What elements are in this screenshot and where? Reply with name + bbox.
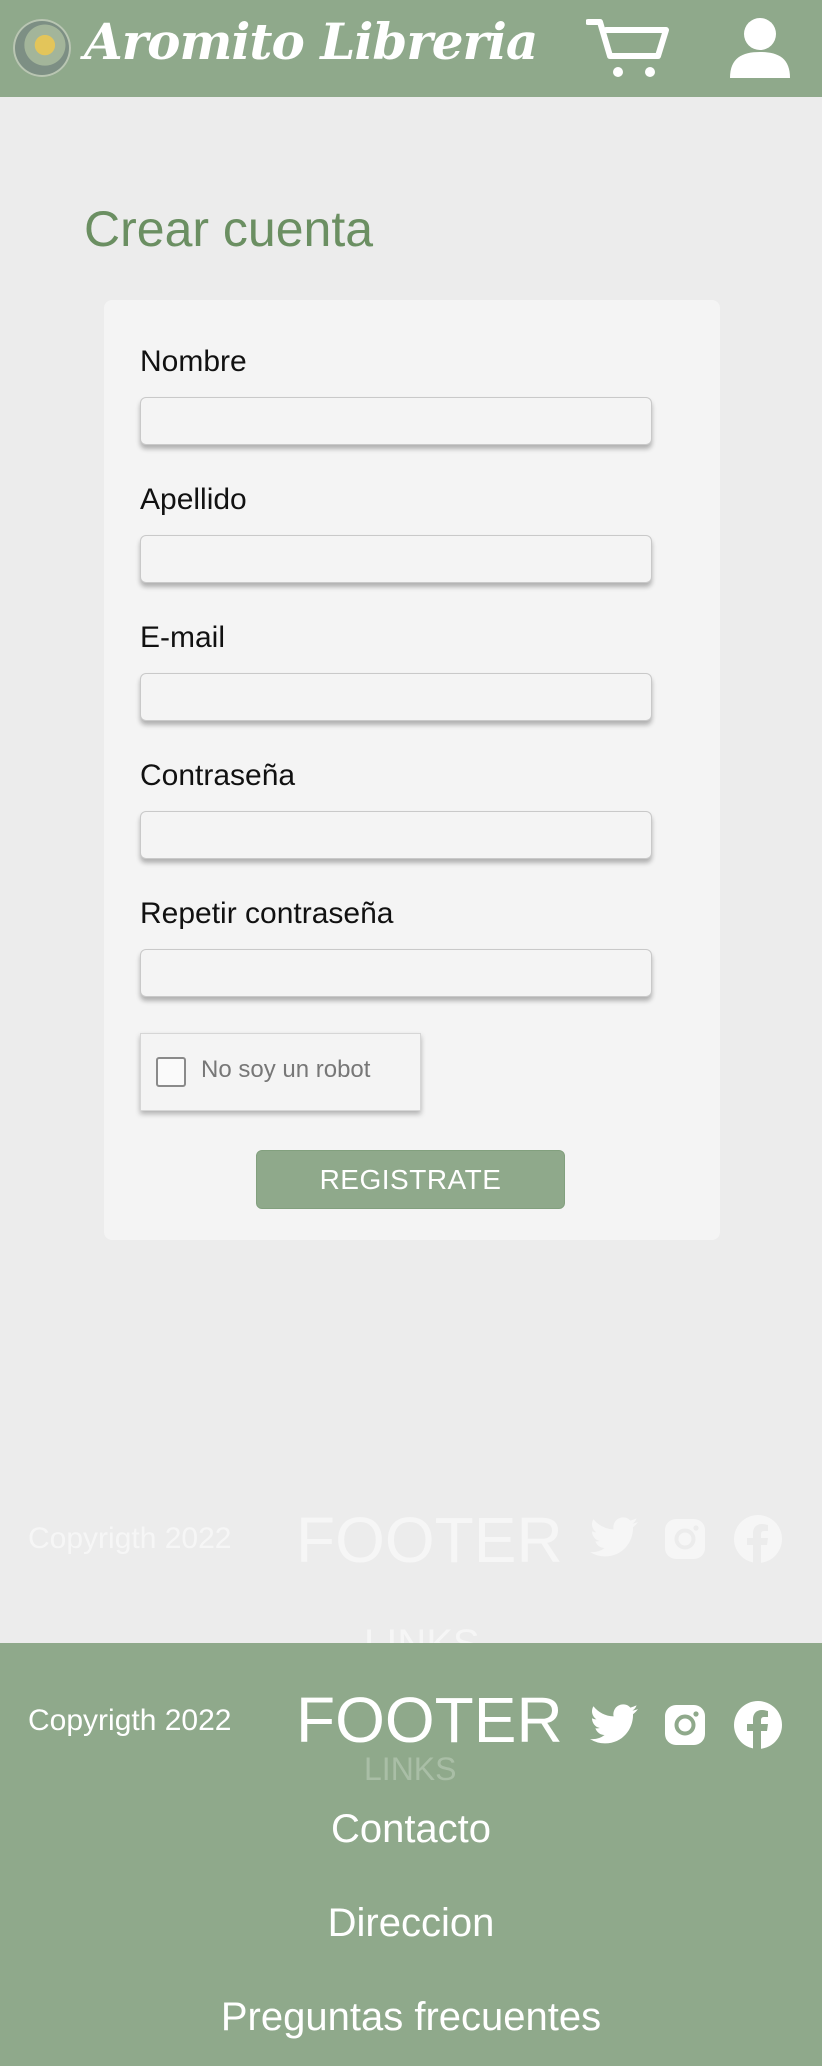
footer-title: FOOTER bbox=[296, 1684, 563, 1756]
nombre-input[interactable] bbox=[140, 397, 652, 445]
repeat-password-input[interactable] bbox=[140, 949, 652, 997]
email-input[interactable] bbox=[140, 673, 652, 721]
footer-links-heading: LINKS bbox=[364, 1751, 457, 1787]
twitter-icon[interactable] bbox=[590, 1704, 638, 1752]
field-label-password: Contraseña bbox=[140, 759, 296, 792]
footer-link-contacto[interactable]: Contacto bbox=[0, 1807, 822, 1852]
ghost-copyright: Copyrigth 2022 bbox=[28, 1522, 232, 1555]
captcha-checkbox[interactable] bbox=[156, 1057, 186, 1087]
page-title: Crear cuenta bbox=[84, 201, 374, 257]
register-button[interactable]: REGISTRATE bbox=[256, 1150, 565, 1209]
password-input[interactable] bbox=[140, 811, 652, 859]
ghost-facebook-icon bbox=[734, 1515, 782, 1567]
apellido-input[interactable] bbox=[140, 535, 652, 583]
footer-link-direccion[interactable]: Direccion bbox=[0, 1901, 822, 1946]
instagram-icon[interactable] bbox=[665, 1705, 713, 1753]
field-label-nombre: Nombre bbox=[140, 345, 247, 378]
captcha-widget: No soy un robot bbox=[140, 1033, 421, 1111]
footer-link-preguntas-frecuentes[interactable]: Preguntas frecuentes bbox=[0, 1995, 822, 2040]
footer: Copyrigth 2022 FOOTER LINKS Contacto Dir… bbox=[0, 1643, 822, 2066]
user-icon[interactable] bbox=[728, 16, 792, 80]
field-label-repeat-password: Repetir contraseña bbox=[140, 897, 394, 930]
ghost-footer-title: FOOTER bbox=[296, 1504, 563, 1576]
footer-copyright: Copyrigth 2022 bbox=[28, 1704, 232, 1737]
ghost-instagram-icon bbox=[665, 1519, 705, 1563]
facebook-icon[interactable] bbox=[734, 1701, 782, 1749]
captcha-label: No soy un robot bbox=[201, 1056, 371, 1083]
cart-icon[interactable] bbox=[585, 16, 670, 82]
field-label-apellido: Apellido bbox=[140, 483, 247, 516]
field-label-email: E-mail bbox=[140, 621, 226, 654]
logo-image[interactable] bbox=[13, 19, 71, 77]
top-navbar: Aromito Libreria bbox=[0, 0, 822, 97]
brand-name[interactable]: Aromito Libreria bbox=[84, 12, 538, 71]
ghost-twitter-icon bbox=[590, 1517, 638, 1563]
